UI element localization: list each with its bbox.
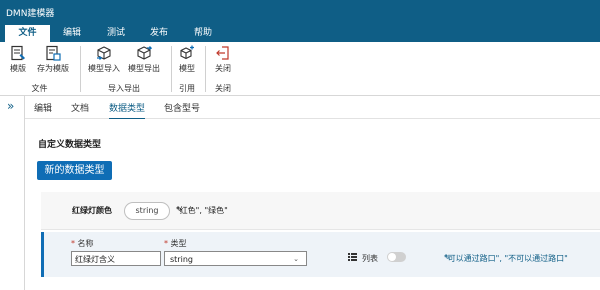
toggle-knob: [388, 253, 396, 261]
import-model-label: 模型导入: [88, 64, 120, 73]
name-field-label: * 名称: [71, 238, 94, 249]
import-model-button[interactable]: 模型导入: [86, 45, 122, 74]
constraint-link[interactable]: ✎ "可以通过路口", "不可以通过路口": [444, 253, 568, 264]
type-label-text: 类型: [170, 239, 187, 248]
data-type-badge: string: [124, 202, 170, 220]
constraint-text: "红色", "绿色": [176, 206, 228, 215]
type-field-label: * 类型: [164, 238, 187, 249]
menu-bar: 文件 编辑 测试 发布 帮助: [0, 25, 600, 42]
list-toggle[interactable]: [387, 252, 406, 262]
menu-edit[interactable]: 编辑: [52, 25, 92, 42]
menu-file[interactable]: 文件: [5, 25, 50, 42]
menu-publish[interactable]: 发布: [139, 25, 179, 42]
constraint-text: "可以通过路口", "不可以通过路口": [444, 254, 568, 263]
editor-tabs: 编辑 文档 数据类型 包含型号: [25, 96, 600, 120]
ribbon-divider: [171, 46, 172, 92]
required-mark: *: [71, 239, 75, 248]
name-label-text: 名称: [77, 239, 94, 248]
export-cube-icon: [137, 46, 152, 60]
ribbon-divider: [80, 46, 81, 92]
type-select-value: string: [170, 255, 193, 264]
close-button[interactable]: 关闭: [211, 45, 235, 74]
tab-data-types[interactable]: 数据类型: [109, 101, 146, 120]
expand-panel-icon[interactable]: »: [7, 99, 14, 113]
group-label-import-export: 导入导出: [108, 84, 140, 93]
side-panel-strip: »: [0, 96, 25, 290]
data-type-edit-row: * 名称 * 类型 红绿灯含义 string ⌄ 列表 ✎ "可以通过路口", …: [41, 232, 600, 277]
constraint-summary[interactable]: ✎ "红色", "绿色": [176, 205, 228, 216]
ribbon-divider: [205, 46, 206, 92]
tab-edit[interactable]: 编辑: [34, 101, 52, 114]
save-template-button[interactable]: 存为模版: [33, 45, 73, 74]
app-title: DMN建模器: [6, 9, 55, 19]
save-template-icon: [46, 45, 61, 61]
save-template-label: 存为模版: [37, 64, 69, 73]
list-label: 列表: [362, 254, 378, 263]
list-icon: [348, 253, 357, 261]
section-title: 自定义数据类型: [38, 140, 102, 150]
name-input[interactable]: 红绿灯含义: [71, 251, 161, 266]
title-bar: DMN建模器: [0, 0, 600, 25]
exit-icon: [216, 46, 229, 60]
export-model-button[interactable]: 模型导出: [126, 45, 162, 74]
tab-documentation[interactable]: 文档: [71, 101, 89, 114]
data-type-row[interactable]: 红绿灯颜色 string ✎ "红色", "绿色": [41, 192, 600, 230]
model-label: 模型: [179, 64, 195, 73]
data-type-name: 红绿灯颜色: [72, 206, 112, 215]
new-data-type-button[interactable]: 新的数据类型: [37, 161, 112, 180]
import-cube-icon: [97, 46, 111, 60]
template-label: 模版: [10, 64, 26, 73]
required-mark: *: [164, 239, 168, 248]
group-label-close: 关闭: [215, 84, 231, 93]
data-types-panel: 自定义数据类型 新的数据类型 红绿灯颜色 string ✎ "红色", "绿色"…: [25, 119, 600, 290]
group-label-reference: 引用: [179, 84, 195, 93]
close-label: 关闭: [215, 64, 231, 73]
ribbon-toolbar: 模版 存为模版 模型导入 模型导出 模型 关闭 文件 导入导出 引用 关闭: [0, 42, 600, 96]
group-label-file: 文件: [31, 84, 48, 93]
model-cube-icon: [180, 45, 194, 60]
pencil-icon: ✎: [176, 205, 183, 214]
menu-help[interactable]: 帮助: [183, 25, 223, 42]
export-model-label: 模型导出: [128, 64, 160, 73]
template-icon: [11, 45, 25, 61]
pencil-icon: ✎: [444, 253, 451, 262]
model-reference-button[interactable]: 模型: [176, 45, 198, 74]
tab-included-models[interactable]: 包含型号: [164, 101, 200, 114]
chevron-down-icon: ⌄: [293, 255, 299, 263]
template-button[interactable]: 模版: [6, 45, 30, 74]
type-select[interactable]: string ⌄: [164, 251, 307, 266]
menu-test[interactable]: 测试: [96, 25, 136, 42]
